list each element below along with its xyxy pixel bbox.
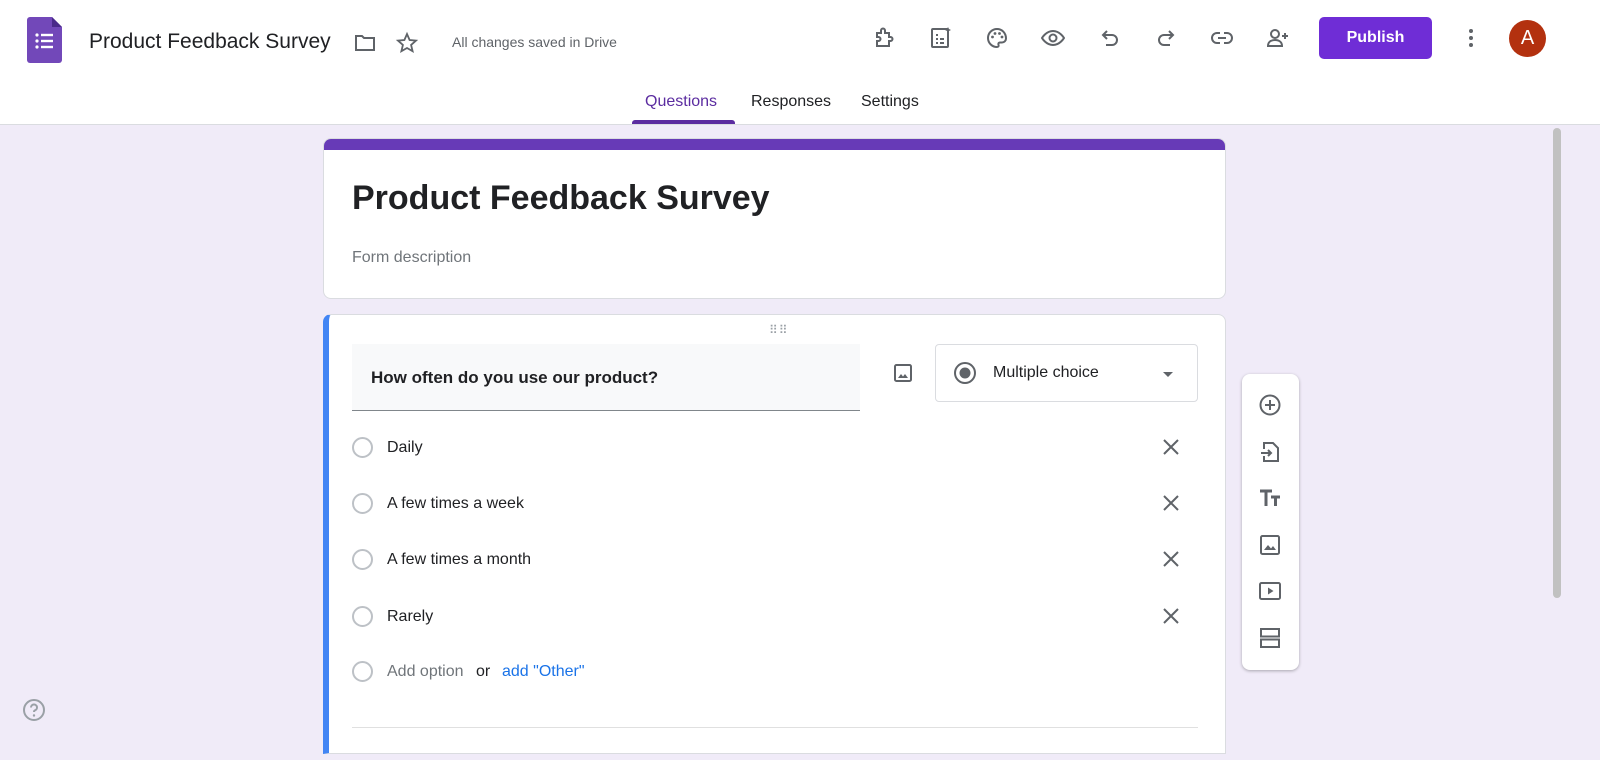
import-questions-icon[interactable]	[1258, 440, 1282, 464]
question-text: How often do you use our product?	[371, 368, 659, 387]
question-type-dropdown[interactable]: Multiple choice	[935, 344, 1198, 402]
folder-icon[interactable]	[353, 31, 377, 55]
remove-option-icon[interactable]	[1159, 491, 1183, 515]
option-row: A few times a month	[352, 545, 1192, 575]
option-row: Daily	[352, 433, 1192, 463]
tab-settings[interactable]: Settings	[861, 93, 919, 111]
more-vert-icon[interactable]	[1459, 26, 1483, 50]
active-tab-indicator	[632, 120, 735, 124]
option-label[interactable]: A few times a month	[387, 551, 531, 569]
option-label[interactable]: Daily	[387, 439, 423, 457]
radio-icon	[352, 606, 373, 627]
link-icon[interactable]	[1210, 26, 1234, 50]
save-status: All changes saved in Drive	[452, 34, 617, 50]
tab-responses[interactable]: Responses	[751, 93, 831, 111]
document-title[interactable]: Product Feedback Survey	[89, 30, 331, 54]
form-description-input[interactable]: Form description	[352, 249, 471, 267]
preview-eye-icon[interactable]	[1041, 26, 1065, 50]
option-label[interactable]: A few times a week	[387, 495, 524, 513]
tab-questions[interactable]: Questions	[645, 93, 717, 111]
remove-option-icon[interactable]	[1159, 547, 1183, 571]
form-title[interactable]: Product Feedback Survey	[352, 179, 770, 218]
palette-icon[interactable]	[985, 26, 1009, 50]
ai-form-icon[interactable]	[929, 26, 953, 50]
radio-icon	[352, 661, 373, 682]
avatar[interactable]: A	[1509, 20, 1546, 57]
question-input[interactable]: How often do you use our product?	[352, 344, 860, 411]
question-type-label: Multiple choice	[993, 364, 1099, 381]
undo-icon[interactable]	[1098, 26, 1122, 50]
publish-button[interactable]: Publish	[1319, 17, 1432, 59]
remove-option-icon[interactable]	[1159, 435, 1183, 459]
floating-toolbar	[1242, 374, 1299, 670]
forms-logo-icon[interactable]	[27, 17, 62, 63]
star-icon[interactable]	[395, 31, 419, 55]
add-question-icon[interactable]	[1258, 393, 1282, 417]
add-title-text-icon[interactable]	[1258, 486, 1282, 510]
help-icon[interactable]	[22, 698, 46, 722]
redo-icon[interactable]	[1154, 26, 1178, 50]
radio-icon	[352, 549, 373, 570]
divider	[352, 727, 1198, 728]
add-collaborator-icon[interactable]	[1266, 26, 1290, 50]
remove-option-icon[interactable]	[1159, 604, 1183, 628]
top-bar: Product Feedback Survey All changes save…	[0, 0, 1600, 125]
add-other-link[interactable]: add "Other"	[502, 663, 585, 681]
radio-icon	[352, 437, 373, 458]
drag-handle-icon[interactable]: ⠿⠿	[769, 323, 789, 337]
add-section-icon[interactable]	[1258, 626, 1282, 650]
form-title-card[interactable]: Product Feedback Survey Form description	[323, 138, 1226, 299]
add-option-row: Add option or add "Other"	[352, 657, 1192, 687]
option-label[interactable]: Rarely	[387, 608, 433, 626]
add-option-input[interactable]: Add option	[387, 663, 464, 681]
radio-icon	[352, 493, 373, 514]
add-ons-icon[interactable]	[872, 26, 896, 50]
radio-button-icon	[954, 362, 976, 384]
add-image-icon[interactable]	[1258, 533, 1282, 557]
question-card[interactable]: ⠿⠿ How often do you use our product? Mul…	[323, 314, 1226, 754]
scrollbar[interactable]	[1553, 128, 1561, 598]
option-row: Rarely	[352, 602, 1192, 632]
or-text: or	[476, 663, 491, 680]
chevron-down-icon	[1163, 372, 1173, 377]
accent-band	[324, 139, 1225, 150]
option-row: A few times a week	[352, 489, 1192, 519]
add-image-icon[interactable]	[891, 361, 915, 385]
add-video-icon[interactable]	[1258, 579, 1282, 603]
